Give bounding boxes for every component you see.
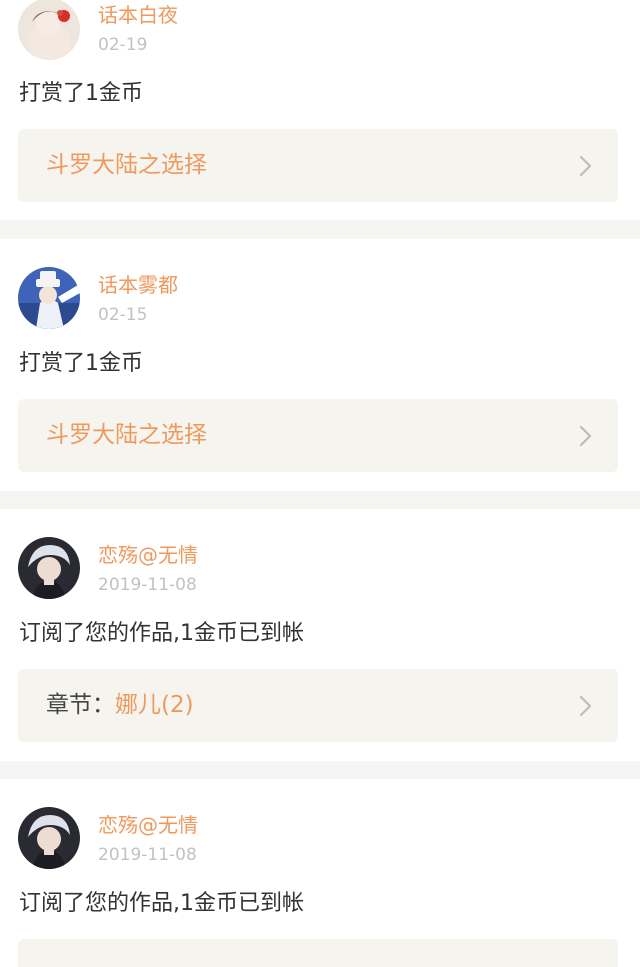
avatar[interactable] bbox=[18, 537, 80, 599]
chevron-right-icon bbox=[578, 425, 592, 447]
notification-feed: 话本白夜 02-19 打赏了1金币 斗罗大陆之选择 话本雾都 02-15 打赏了… bbox=[0, 0, 640, 967]
work-title: 斗罗大陆之选择 bbox=[46, 422, 207, 448]
notification-card: 恋殇@无情 2019-11-08 订阅了您的作品,1金币已到帐 章节：娜儿(2) bbox=[0, 509, 640, 761]
notification-date: 02-19 bbox=[98, 35, 148, 55]
notification-action: 订阅了您的作品,1金币已到帐 bbox=[19, 621, 304, 646]
notification-action: 打赏了1金币 bbox=[19, 351, 143, 376]
notification-date: 2019-11-08 bbox=[98, 575, 197, 595]
avatar[interactable] bbox=[18, 0, 80, 60]
notification-action: 打赏了1金币 bbox=[19, 81, 143, 106]
username[interactable]: 恋殇@无情 bbox=[98, 543, 198, 567]
chapter-title: 娜儿(2) bbox=[115, 692, 194, 718]
work-link[interactable]: 斗罗大陆之选择 bbox=[18, 399, 618, 472]
username[interactable]: 恋殇@无情 bbox=[98, 813, 198, 837]
work-title: 斗罗大陆之选择 bbox=[46, 152, 207, 178]
notification-card: 话本白夜 02-19 打赏了1金币 斗罗大陆之选择 bbox=[0, 0, 640, 220]
work-link-text: 斗罗大陆之选择 bbox=[46, 421, 207, 450]
chevron-right-icon bbox=[578, 695, 592, 717]
avatar[interactable] bbox=[18, 807, 80, 869]
avatar[interactable] bbox=[18, 267, 80, 329]
notification-card: 恋殇@无情 2019-11-08 订阅了您的作品,1金币已到帐 bbox=[0, 779, 640, 967]
chapter-link[interactable]: 章节：娜儿(2) bbox=[18, 669, 618, 742]
notification-card: 话本雾都 02-15 打赏了1金币 斗罗大陆之选择 bbox=[0, 239, 640, 491]
chapter-link-text: 章节：娜儿(2) bbox=[46, 691, 194, 720]
username[interactable]: 话本雾都 bbox=[98, 273, 178, 297]
work-link[interactable]: 斗罗大陆之选择 bbox=[18, 129, 618, 202]
notification-date: 02-15 bbox=[98, 305, 148, 325]
notification-date: 2019-11-08 bbox=[98, 845, 197, 865]
username[interactable]: 话本白夜 bbox=[98, 3, 178, 27]
link-label: 章节： bbox=[46, 692, 115, 718]
chevron-right-icon bbox=[578, 155, 592, 177]
work-link-text: 斗罗大陆之选择 bbox=[46, 151, 207, 180]
notification-action: 订阅了您的作品,1金币已到帐 bbox=[19, 891, 304, 916]
chapter-link[interactable] bbox=[18, 939, 618, 967]
